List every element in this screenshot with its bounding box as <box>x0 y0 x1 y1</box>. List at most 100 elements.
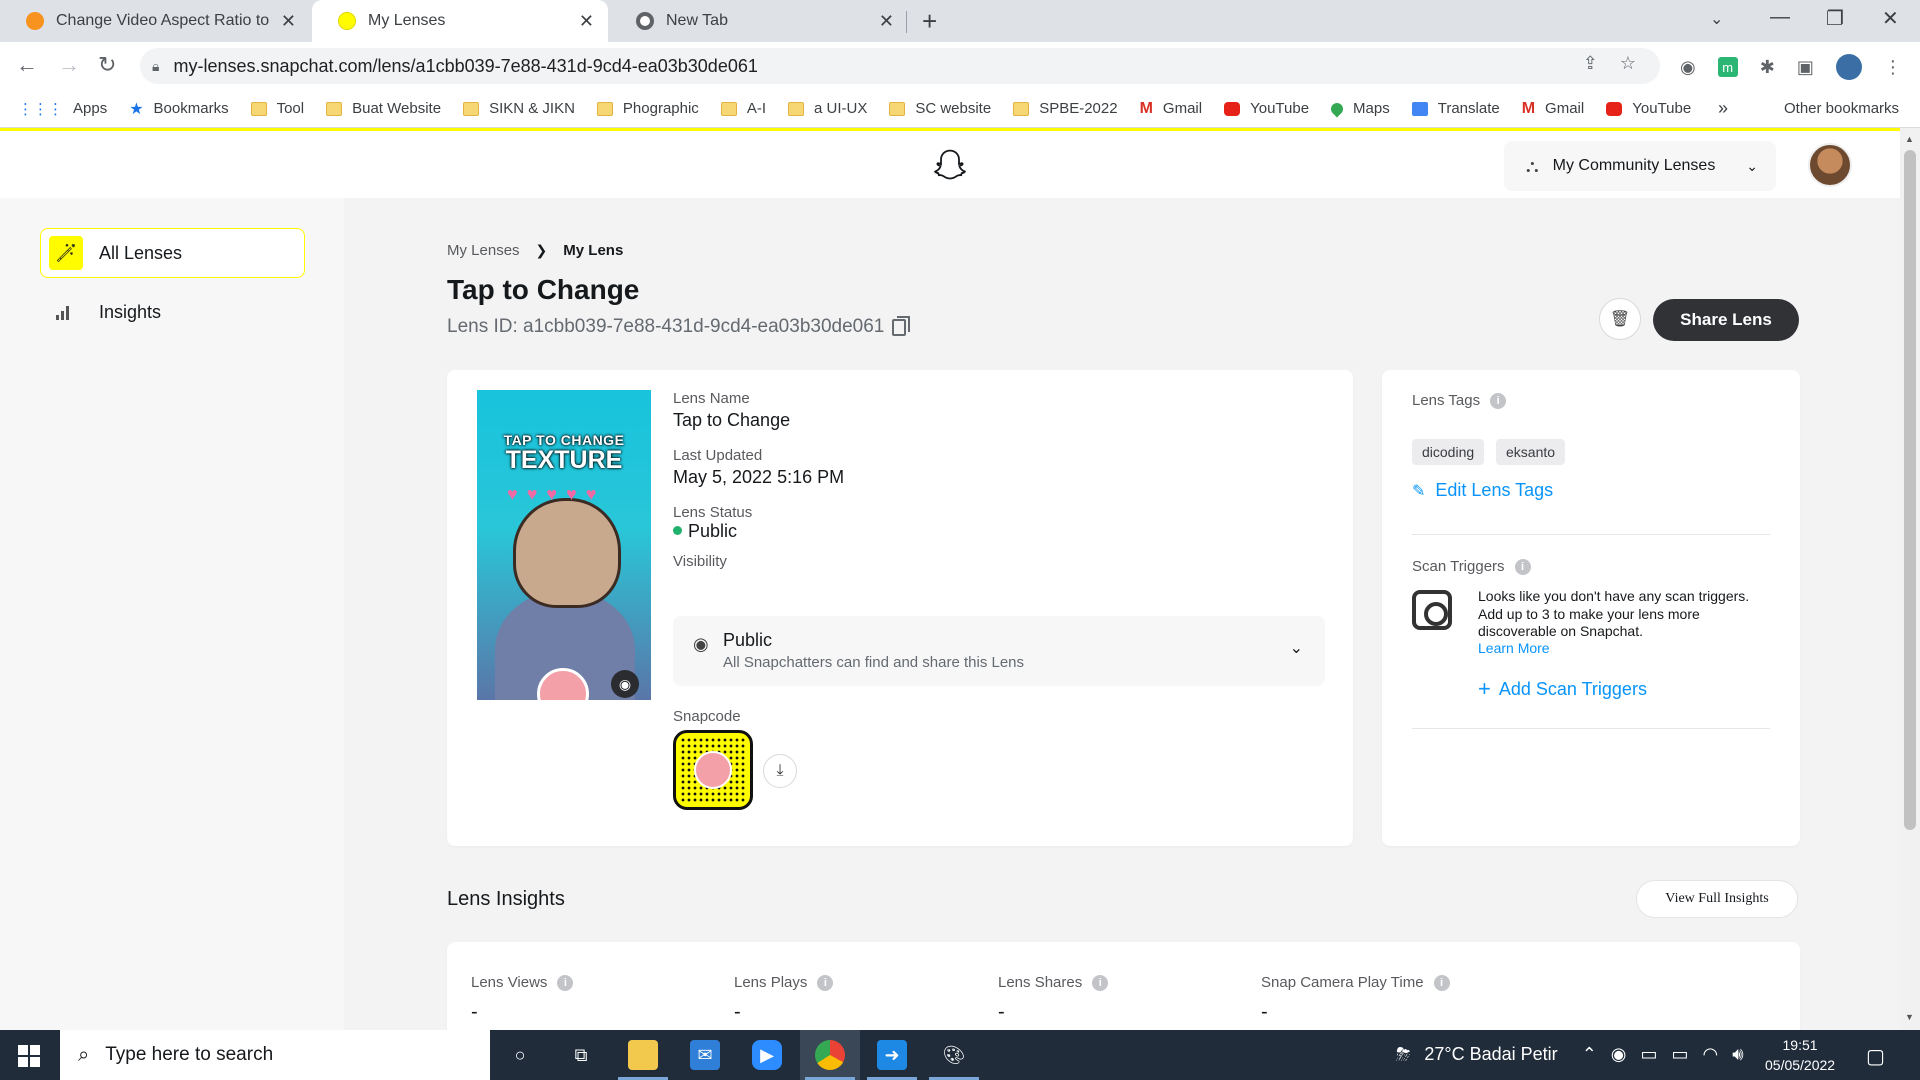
breadcrumb-link-my-lenses[interactable]: My Lenses <box>447 242 520 259</box>
bookmark-apps[interactable]: ⋮⋮⋮ Apps <box>18 100 107 118</box>
info-icon[interactable]: i <box>1514 558 1531 575</box>
learn-more-link[interactable]: Learn More <box>1478 640 1550 656</box>
browser-tab-active[interactable]: My Lenses ✕ <box>312 0 608 42</box>
address-bar[interactable]: 🔒︎ my-lenses.snapchat.com/lens/a1cbb039-… <box>140 48 1660 84</box>
user-avatar[interactable] <box>1808 143 1852 187</box>
scroll-up-arrow-icon[interactable]: ▲ <box>1905 134 1914 144</box>
delete-lens-button[interactable]: 🗑︎ <box>1599 298 1641 340</box>
more-bookmarks-chevron-icon[interactable]: » <box>1718 98 1728 119</box>
profile-avatar-icon[interactable] <box>1835 54 1862 80</box>
snapchat-ghost-logo-icon[interactable] <box>932 147 968 183</box>
download-snapcode-button[interactable]: ⤓ <box>763 754 797 788</box>
share-icon[interactable]: ⇪ <box>1583 53 1598 74</box>
cortana-circle-icon[interactable]: ○ <box>505 1040 535 1070</box>
mail-icon[interactable]: ✉ <box>690 1040 720 1070</box>
info-icon[interactable]: i <box>817 974 834 991</box>
browser-tab[interactable]: New Tab ✕ <box>610 0 908 42</box>
info-icon[interactable]: i <box>1433 974 1450 991</box>
tray-chevron-up-icon[interactable]: ⌃ <box>1582 1044 1597 1065</box>
chrome-menu-icon[interactable]: ⋮ <box>1884 57 1902 78</box>
tab-search-icon[interactable]: ⌄ <box>1710 9 1723 29</box>
reload-icon[interactable]: ↻ <box>98 52 116 78</box>
add-scan-triggers-button[interactable]: + Add Scan Triggers <box>1478 676 1647 702</box>
download-icon: ⤓ <box>776 762 784 779</box>
community-lenses-dropdown[interactable]: ⛬ My Community Lenses ⌄ <box>1504 141 1776 191</box>
scroll-down-arrow-icon[interactable]: ▼ <box>1905 1012 1914 1022</box>
windows-start-icon[interactable] <box>18 1045 40 1067</box>
page-scrollbar[interactable]: ▲ ▼ <box>1900 128 1920 1030</box>
close-tab-icon[interactable]: ✕ <box>579 11 594 32</box>
scrollbar-thumb[interactable] <box>1904 150 1916 830</box>
back-icon[interactable]: ← <box>16 52 38 78</box>
taskbar-clock[interactable]: 19:51 05/05/2022 <box>1765 1035 1835 1075</box>
close-tab-icon[interactable]: ✕ <box>879 11 894 32</box>
chrome-taskbar-icon[interactable] <box>815 1040 845 1070</box>
weather-text[interactable]: 27°C Badai Petir <box>1424 1044 1557 1065</box>
main-content: My Lenses ❯ My Lens Tap to Change Lens I… <box>344 198 1900 1042</box>
restore-icon[interactable]: ❐ <box>1826 6 1844 31</box>
side-panel-icon[interactable]: ▣ <box>1797 57 1814 78</box>
forward-icon[interactable]: → <box>58 52 80 78</box>
extensions-puzzle-icon[interactable]: ✱ <box>1760 57 1775 78</box>
close-tab-icon[interactable]: ✕ <box>281 11 296 32</box>
zoom-icon[interactable]: ▶ <box>752 1040 782 1070</box>
record-icon[interactable]: ◉ <box>1611 1044 1627 1065</box>
browser-tab[interactable]: Change Video Aspect Ratio to 1:1 ✕ <box>0 0 310 42</box>
taskbar-search-box[interactable]: ⌕ Type here to search <box>60 1030 490 1080</box>
view-full-insights-button[interactable]: View Full Insights <box>1636 880 1798 918</box>
bookmark-folder[interactable]: A-I <box>720 100 766 117</box>
info-icon[interactable]: i <box>1092 974 1109 991</box>
bookmark-folder[interactable]: Buat Website <box>326 100 441 117</box>
bookmark-gmail[interactable]: M Gmail <box>1522 100 1585 118</box>
bookmark-translate[interactable]: Translate <box>1411 100 1500 117</box>
edit-lens-tags-link[interactable]: ✎ Edit Lens Tags <box>1412 480 1553 501</box>
camera-extension-icon[interactable]: ◉ <box>1680 57 1696 78</box>
file-explorer-icon[interactable] <box>628 1040 658 1070</box>
other-bookmarks[interactable]: Other bookmarks <box>1758 100 1899 117</box>
new-tab-icon[interactable]: + <box>922 6 937 37</box>
task-view-icon[interactable]: ⧉ <box>566 1040 596 1070</box>
share-lens-button[interactable]: Share Lens <box>1653 299 1799 341</box>
status-dot-icon <box>673 526 682 535</box>
notifications-icon[interactable]: ▢ <box>1866 1044 1885 1069</box>
bookmark-folder[interactable]: Phographic <box>596 100 699 117</box>
copy-icon[interactable] <box>892 315 911 336</box>
volume-icon[interactable]: 🔊︎ <box>1732 1044 1743 1065</box>
metric-lens-plays: Lens Plays i - <box>734 974 834 1024</box>
bookmark-folder[interactable]: a UI-UX <box>787 100 867 117</box>
wifi-icon[interactable]: ◠ <box>1703 1044 1719 1065</box>
bookmark-maps[interactable]: Maps <box>1328 100 1390 117</box>
bookmark-gmail[interactable]: M Gmail <box>1140 100 1203 118</box>
camera-icon[interactable]: ◉ <box>611 670 639 698</box>
remote-app-icon[interactable]: ➜ <box>877 1040 907 1070</box>
bookmark-folder[interactable]: SC website <box>889 100 991 117</box>
bookmark-folder[interactable]: SIKN & JIKN <box>463 100 575 117</box>
sidebar-item-insights[interactable]: Insights <box>56 302 161 323</box>
bookmark-folder[interactable]: SPBE-2022 <box>1013 100 1118 117</box>
lens-preview-image[interactable]: TAP TO CHANGE TEXTURE ♥ ♥ ♥ ♥ ♥ ◉ <box>477 390 651 700</box>
search-icon: ⌕ <box>78 1043 90 1066</box>
meet-icon[interactable]: ▭ <box>1641 1044 1658 1065</box>
bookmark-youtube[interactable]: YouTube <box>1224 100 1309 117</box>
sidebar-item-all-lenses[interactable]: 🪄︎ All Lenses <box>40 228 305 278</box>
m-extension-icon[interactable]: m <box>1717 57 1738 77</box>
bookmark-youtube[interactable]: YouTube <box>1606 100 1691 117</box>
visibility-label: Visibility <box>673 553 727 570</box>
paint-icon[interactable]: 🎨︎ <box>939 1040 969 1070</box>
lock-icon[interactable]: 🔒︎ <box>152 58 159 75</box>
battery-icon[interactable]: ▭ <box>1672 1044 1689 1065</box>
info-icon[interactable]: i <box>1490 392 1507 409</box>
bookmark-folder[interactable]: Tool <box>250 100 304 117</box>
weather-icon[interactable]: ⛈︎ <box>1396 1044 1410 1065</box>
bookmark-star-icon[interactable]: ☆ <box>1620 53 1636 74</box>
lens-status-label: Lens Status <box>673 504 753 521</box>
metric-lens-views: Lens Views i - <box>471 974 574 1024</box>
url-text: my-lenses.snapchat.com/lens/a1cbb039-7e8… <box>173 55 758 76</box>
bookmark-bookmarks[interactable]: ★ Bookmarks <box>129 99 228 119</box>
minimize-icon[interactable]: — <box>1770 6 1790 29</box>
info-icon[interactable]: i <box>557 974 574 991</box>
close-window-icon[interactable]: ✕ <box>1882 6 1899 31</box>
folder-icon <box>720 101 737 116</box>
visibility-dropdown[interactable]: ◉ Public All Snapchatters can find and s… <box>673 616 1325 686</box>
trash-icon: 🗑︎ <box>1609 311 1631 328</box>
